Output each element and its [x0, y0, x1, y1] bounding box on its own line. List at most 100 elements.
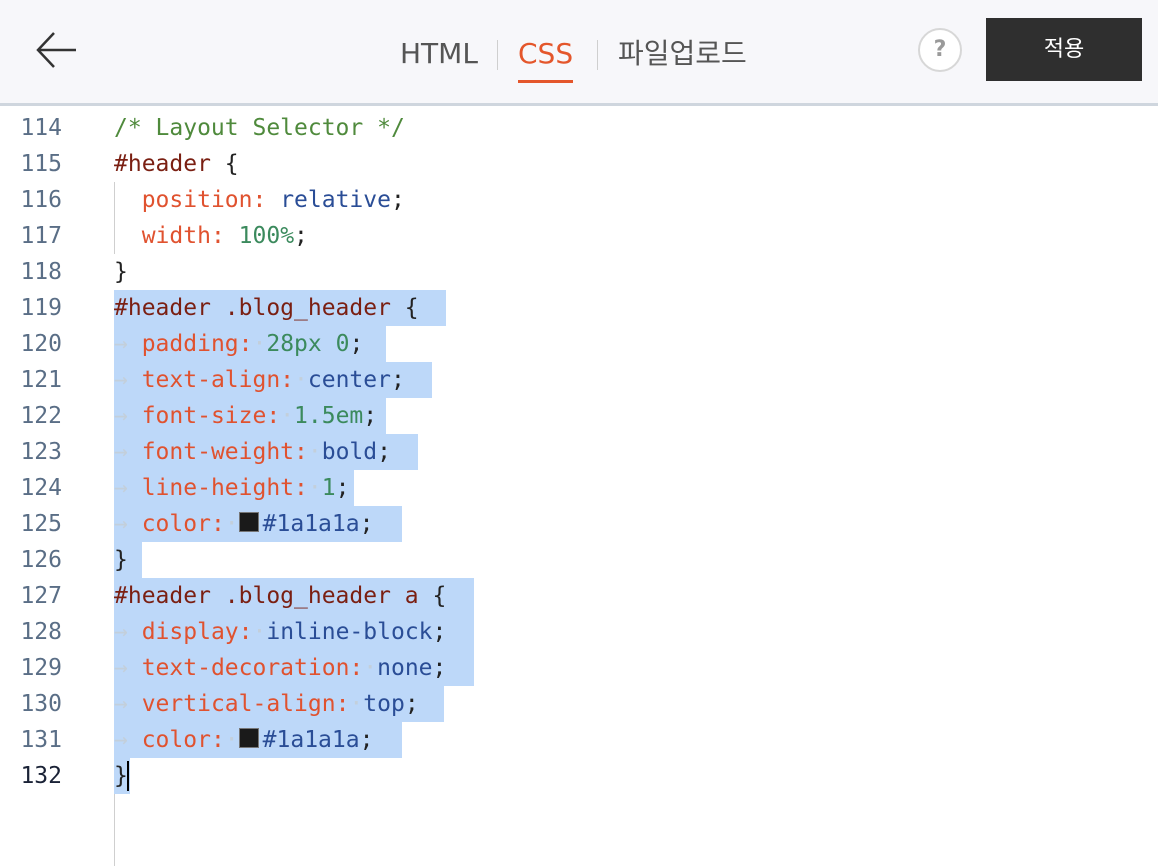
whitespace: · — [224, 511, 239, 537]
whitespace: · — [224, 727, 239, 753]
tab-html[interactable]: HTML — [400, 34, 478, 74]
code-line: 118} — [0, 254, 1158, 290]
color-swatch[interactable] — [238, 512, 259, 532]
code-line: 126} — [0, 542, 1158, 578]
line-number: 117 — [20, 223, 62, 249]
code-line: 129 → text-decoration:·none; — [0, 650, 1158, 686]
semicolon: ; — [404, 691, 419, 717]
tab-divider — [497, 40, 498, 70]
whitespace: · — [294, 367, 308, 393]
tab-divider — [597, 40, 598, 70]
css-property: color: — [141, 511, 225, 537]
semicolon: ; — [359, 727, 374, 753]
line-number: 130 — [20, 691, 62, 717]
css-value: inline-block — [266, 619, 433, 645]
tab-indent-arrow-icon: → — [114, 367, 142, 393]
css-value: none — [377, 655, 433, 681]
tab-css-label: CSS — [518, 37, 574, 70]
code-text: → text-decoration:·none; — [114, 650, 446, 686]
code-line: 128 → display:·inline-block; — [0, 614, 1158, 650]
code-line: 115 #header { — [0, 146, 1158, 182]
whitespace: · — [349, 691, 364, 717]
code-text: → line-height:·1; — [114, 470, 349, 506]
line-number: 128 — [20, 619, 62, 645]
line-number: 131 — [20, 727, 62, 753]
css-property: width: — [141, 223, 225, 249]
code-text: width: 100%; — [114, 218, 308, 254]
css-property: color: — [141, 727, 225, 753]
whitespace: · — [307, 439, 322, 465]
semicolon: ; — [363, 403, 378, 429]
code-line: 125 → color:· #1a1a1a; — [0, 506, 1158, 542]
brace: } — [114, 547, 128, 573]
css-property: position: — [141, 187, 267, 213]
css-selector: #header .blog_header — [114, 295, 391, 321]
semicolon: ; — [390, 367, 405, 393]
help-icon[interactable]: ? — [918, 28, 962, 72]
code-line: 119 #header .blog_header { — [0, 290, 1158, 326]
line-number: 129 — [20, 655, 62, 681]
tab-indent-arrow-icon: → — [114, 727, 142, 753]
css-property: vertical-align: — [141, 691, 350, 717]
line-number: 116 — [20, 187, 62, 213]
css-value: top — [363, 691, 405, 717]
code-text: → color:· #1a1a1a; — [114, 722, 373, 758]
whitespace: · — [280, 403, 295, 429]
css-value: relative — [280, 187, 391, 213]
whitespace: · — [363, 655, 378, 681]
code-text: → display:·inline-block; — [114, 614, 446, 650]
semicolon: ; — [432, 655, 447, 681]
code-line: 132} — [0, 758, 1158, 794]
brace: { — [210, 151, 239, 177]
line-number: 126 — [20, 547, 62, 573]
css-value: 1 — [321, 475, 336, 501]
code-text: → color:· #1a1a1a; — [114, 506, 373, 542]
css-property: padding: — [141, 331, 253, 357]
code-text: → font-weight:·bold; — [114, 434, 391, 470]
css-comment: /* Layout Selector */ — [114, 115, 405, 141]
tab-indent-arrow-icon: → — [114, 475, 142, 501]
code-text: → font-size:·1.5em; — [114, 398, 377, 434]
apply-button[interactable]: 적용 — [986, 18, 1142, 81]
line-number: 114 — [20, 115, 62, 141]
tab-indent-arrow-icon: → — [114, 331, 142, 357]
color-swatch[interactable] — [238, 728, 259, 748]
line-number: 120 — [20, 331, 62, 357]
code-line: 122 → font-size:·1.5em; — [0, 398, 1158, 434]
line-number: 132 — [20, 763, 62, 789]
code-text: → padding:·28px 0; — [114, 326, 363, 362]
css-value: 28px 0 — [266, 331, 350, 357]
css-value: center — [307, 367, 391, 393]
code-line: 130 → vertical-align:·top; — [0, 686, 1158, 722]
semicolon: ; — [377, 439, 391, 465]
line-number: 115 — [20, 151, 62, 177]
whitespace: · — [252, 331, 267, 357]
css-value: #1a1a1a — [262, 727, 360, 753]
css-property: font-weight: — [141, 439, 308, 465]
tab-indent-arrow-icon: → — [114, 403, 142, 429]
whitespace: · — [307, 475, 322, 501]
code-text: → text-align:·center; — [114, 362, 405, 398]
tab-css[interactable]: CSS — [518, 34, 574, 83]
css-property: font-size: — [141, 403, 281, 429]
semicolon: ; — [349, 331, 364, 357]
line-number: 124 — [20, 475, 62, 501]
semicolon: ; — [335, 475, 350, 501]
code-editor[interactable]: 114 /* Layout Selector */ 115 #header {116 … — [0, 110, 1158, 866]
brace: } — [114, 763, 128, 789]
css-property: display: — [141, 619, 253, 645]
brace: } — [114, 259, 128, 285]
tab-file-upload[interactable]: 파일업로드 — [618, 34, 747, 74]
editor-tabs: HTML CSS 파일업로드 — [0, 34, 1158, 83]
whitespace: · — [252, 619, 267, 645]
code-text: } — [114, 254, 128, 290]
line-number: 119 — [20, 295, 62, 321]
tab-indent-arrow-icon: → — [114, 655, 142, 681]
code-line: 117 width: 100%; — [0, 218, 1158, 254]
active-tab-underline — [518, 80, 574, 83]
css-value: 100% — [238, 223, 295, 249]
code-text: → vertical-align:·top; — [114, 686, 419, 722]
